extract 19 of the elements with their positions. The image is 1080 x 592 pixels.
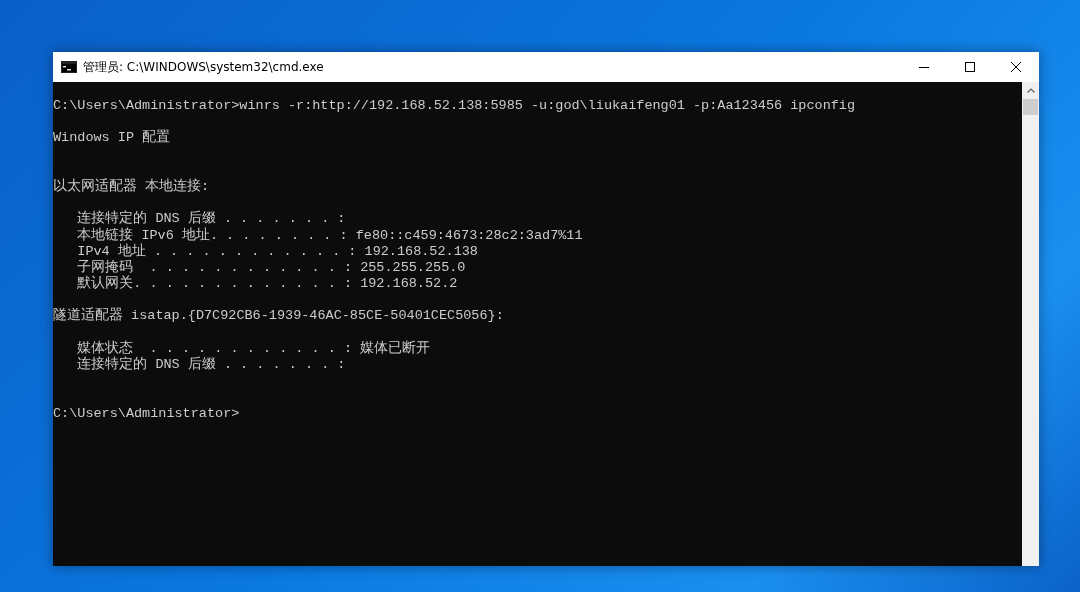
close-icon (1011, 62, 1021, 72)
console-line: 连接特定的 DNS 后缀 . . . . . . . : (76, 211, 347, 227)
command-prompt-icon (61, 61, 77, 73)
window-title: 管理员: C:\WINDOWS\system32\cmd.exe (83, 58, 325, 76)
console-line: 以太网适配器 本地连接: (53, 178, 211, 196)
scrollbar-thumb[interactable] (1023, 99, 1038, 115)
console-line: 本地链接 IPv6 地址. . . . . . . . : fe80::c459:4673:28c2:3ad7%11 (76, 227, 584, 243)
console-line: 媒体状态 . . . . . . . . . . . . : 媒体已断开 (76, 340, 432, 356)
scroll-up-icon[interactable] (1026, 88, 1035, 93)
console-line: C:\Users\Administrator>winrs -r:http://192.168.52.138:5985 -u:god\liukaifeng01 -p:Aa123456 ipconfig (53, 98, 857, 115)
maximize-icon (965, 62, 975, 72)
console-line: 默认网关. . . . . . . . . . . . . : 192.168.52.2 (76, 276, 459, 293)
scrollbar[interactable] (1022, 82, 1039, 566)
console-line: 隧道适配器 isatap.{D7C92CB6-1939-46AC-85CE-50401CEC5056}: (53, 308, 505, 325)
console-line: Windows IP 配置 (53, 130, 172, 147)
console-line: 子网掩码 . . . . . . . . . . . . : 255.255.255.0 (76, 259, 467, 275)
console-line: IPv4 地址 . . . . . . . . . . . . : 192.168.52.138 (76, 243, 479, 259)
console-line: 连接特定的 DNS 后缀 . . . . . . . : (76, 357, 347, 374)
console-line: C:\Users\Administrator> (53, 405, 241, 422)
